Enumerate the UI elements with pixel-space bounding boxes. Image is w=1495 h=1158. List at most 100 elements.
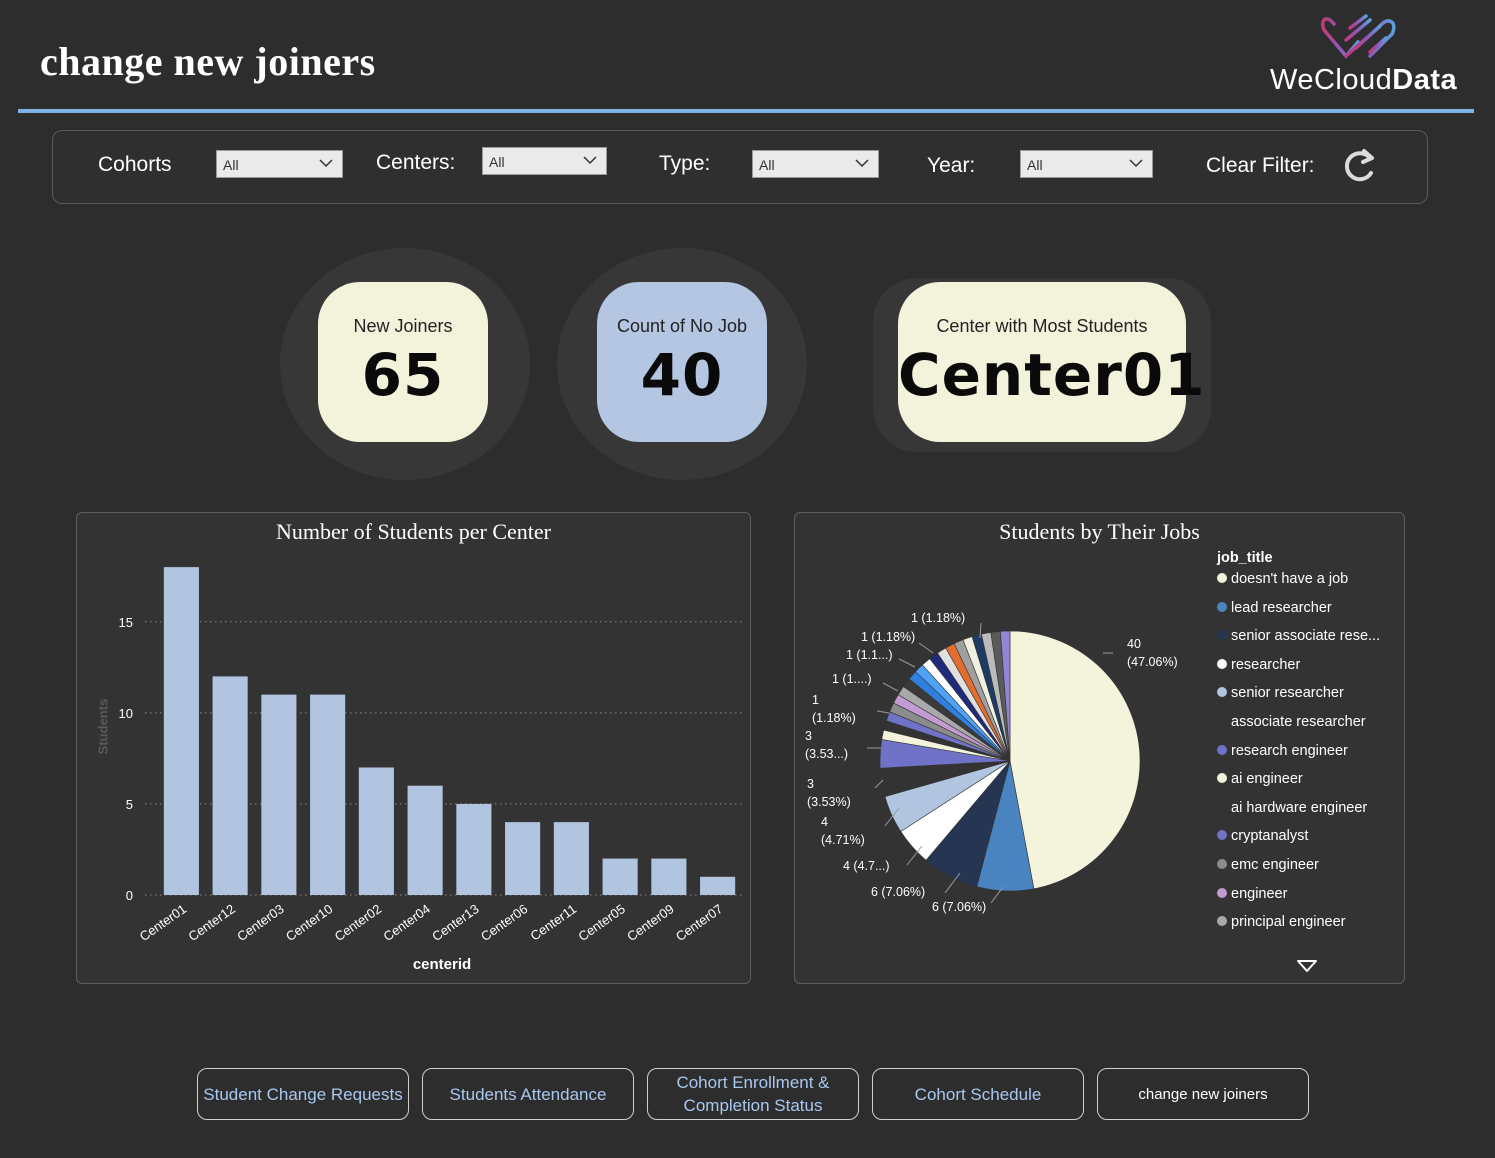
bar[interactable]	[358, 767, 394, 895]
bar[interactable]	[456, 803, 492, 895]
centers-value: All	[489, 154, 505, 170]
y-tick-label: 0	[126, 888, 133, 903]
type-dropdown[interactable]: All	[752, 150, 879, 178]
refresh-icon[interactable]	[1340, 147, 1378, 185]
legend-label: senior researcher	[1231, 685, 1344, 702]
legend-label: emc engineer	[1231, 857, 1319, 873]
title-divider	[18, 109, 1474, 113]
pie-data-label: (3.53%)	[807, 795, 851, 809]
x-tick-label: Center06	[478, 901, 530, 944]
legend-label: associate researcher	[1231, 714, 1366, 730]
chevron-down-icon	[855, 159, 869, 168]
legend-dot-icon	[1217, 773, 1227, 784]
pie-data-label: (1.18%)	[812, 711, 856, 725]
x-tick-label: Center13	[429, 901, 481, 944]
legend-item[interactable]: associate researcher	[1217, 714, 1366, 734]
bar[interactable]	[700, 876, 736, 895]
legend-label: doesn't have a job	[1231, 571, 1349, 587]
legend-item[interactable]: senior researcher	[1217, 685, 1344, 705]
x-tick-label: Center05	[575, 901, 627, 944]
logo-text-light: WeCloud	[1270, 64, 1393, 96]
pie-data-label: (47.06%)	[1127, 655, 1178, 669]
wecloud-logo: WeCloudData	[1262, 12, 1462, 102]
centers-dropdown[interactable]: All	[482, 147, 607, 175]
legend-item[interactable]: lead researcher	[1217, 600, 1332, 620]
pie-chart-panel: Students by Their Jobs 40 (47.06%) 6 (7.06…	[794, 512, 1405, 984]
x-tick-label: Center01	[137, 901, 189, 944]
pie-data-label: 1 (1....)	[832, 672, 872, 686]
x-tick-label: Center02	[332, 901, 384, 944]
nav-cohort-enrollment-button[interactable]: Cohort Enrollment & Completion Status	[647, 1068, 859, 1120]
year-dropdown[interactable]: All	[1020, 150, 1153, 178]
legend-label: senior associate rese...	[1231, 628, 1381, 645]
y-tick-label: 10	[119, 706, 133, 721]
pie-chart-title: Students by Their Jobs	[999, 519, 1200, 544]
legend-dot-icon	[1217, 744, 1227, 755]
legend-dot-icon	[1217, 887, 1227, 898]
legend-label: ai hardware engineer	[1231, 799, 1368, 816]
legend-label: principal engineer	[1231, 914, 1346, 931]
pie-slice[interactable]	[1009, 630, 1141, 890]
legend-dot-icon	[1217, 859, 1227, 869]
legend-item[interactable]: emc engineer	[1217, 857, 1319, 877]
nav-students-attendance-button[interactable]: Students Attendance	[422, 1068, 634, 1120]
top-center-label: Center with Most Students	[936, 316, 1148, 336]
y-tick-label: 15	[119, 615, 133, 630]
legend-item[interactable]: research engineer	[1217, 743, 1348, 763]
centers-label: Centers:	[376, 151, 456, 174]
type-label: Type:	[659, 152, 711, 175]
pie-data-label: 4	[821, 815, 828, 829]
bar-chart-ylabel: Students	[95, 698, 111, 755]
legend-dot-icon	[1217, 801, 1227, 812]
nav-student-change-requests-button[interactable]: Student Change Requests	[197, 1068, 409, 1120]
nav-cohort-schedule-button[interactable]: Cohort Schedule	[872, 1068, 1084, 1120]
legend-label: engineer	[1231, 885, 1288, 902]
legend-dot-icon	[1217, 601, 1227, 612]
chevron-down-icon	[1129, 159, 1143, 168]
year-label: Year:	[927, 154, 976, 177]
legend-item[interactable]: doesn't have a job	[1217, 571, 1348, 591]
new-joiners-card: New Joiners 65	[318, 282, 488, 442]
bar[interactable]	[651, 858, 687, 895]
legend-dot-icon	[1217, 916, 1227, 927]
year-value: All	[1027, 157, 1043, 173]
nav-cohort-enrollment-line2: Completion Status	[683, 1096, 823, 1115]
bar[interactable]	[212, 676, 248, 895]
y-tick-label: 5	[126, 797, 133, 812]
bar[interactable]	[602, 858, 638, 895]
bar[interactable]	[261, 694, 297, 895]
bar-chart-title: Number of Students per Center	[276, 519, 551, 544]
legend-item[interactable]: ai hardware engineer	[1217, 800, 1367, 820]
pie-legend: doesn't have a job lead researcher senior …	[1217, 571, 1397, 941]
pie-chart: 40 (47.06%) 6 (7.06%) 6 (7.06%) 4 (4.7...) 4 (…	[805, 611, 1178, 914]
bar[interactable]	[163, 567, 199, 895]
no-job-label: Count of No Job	[616, 316, 748, 336]
legend-dot-icon	[1217, 716, 1227, 726]
nav-change-new-joiners-button[interactable]: change new joiners	[1097, 1068, 1309, 1120]
bar[interactable]	[553, 822, 589, 895]
legend-label: research engineer	[1231, 742, 1348, 759]
no-job-value: 40	[640, 341, 724, 409]
pie-leader-line	[882, 682, 899, 692]
legend-item[interactable]: senior associate rese...	[1217, 628, 1380, 648]
legend-item[interactable]: principal engineer	[1217, 914, 1345, 934]
legend-item[interactable]: cryptanalyst	[1217, 828, 1308, 848]
cohorts-dropdown[interactable]: All	[216, 150, 343, 178]
pie-leader-line	[918, 642, 934, 654]
pie-data-label: 1	[812, 693, 819, 707]
bar[interactable]	[310, 694, 346, 895]
legend-item[interactable]: ai engineer	[1217, 771, 1303, 791]
type-value: All	[759, 157, 775, 173]
top-center-value: Center01	[898, 341, 1206, 409]
legend-dot-icon	[1217, 830, 1227, 841]
legend-item[interactable]: researcher	[1217, 657, 1300, 677]
new-joiners-value: 65	[361, 341, 445, 409]
legend-scroll-down-icon[interactable]	[1296, 959, 1318, 973]
bar[interactable]	[407, 785, 443, 895]
pie-data-label: 6 (7.06%)	[871, 885, 925, 899]
legend-item[interactable]: engineer	[1217, 886, 1287, 906]
bar[interactable]	[505, 822, 541, 895]
legend-dot-icon	[1217, 687, 1227, 698]
logo-text-bold: Data	[1392, 64, 1458, 96]
logo-text: WeCloudData	[1270, 64, 1457, 97]
